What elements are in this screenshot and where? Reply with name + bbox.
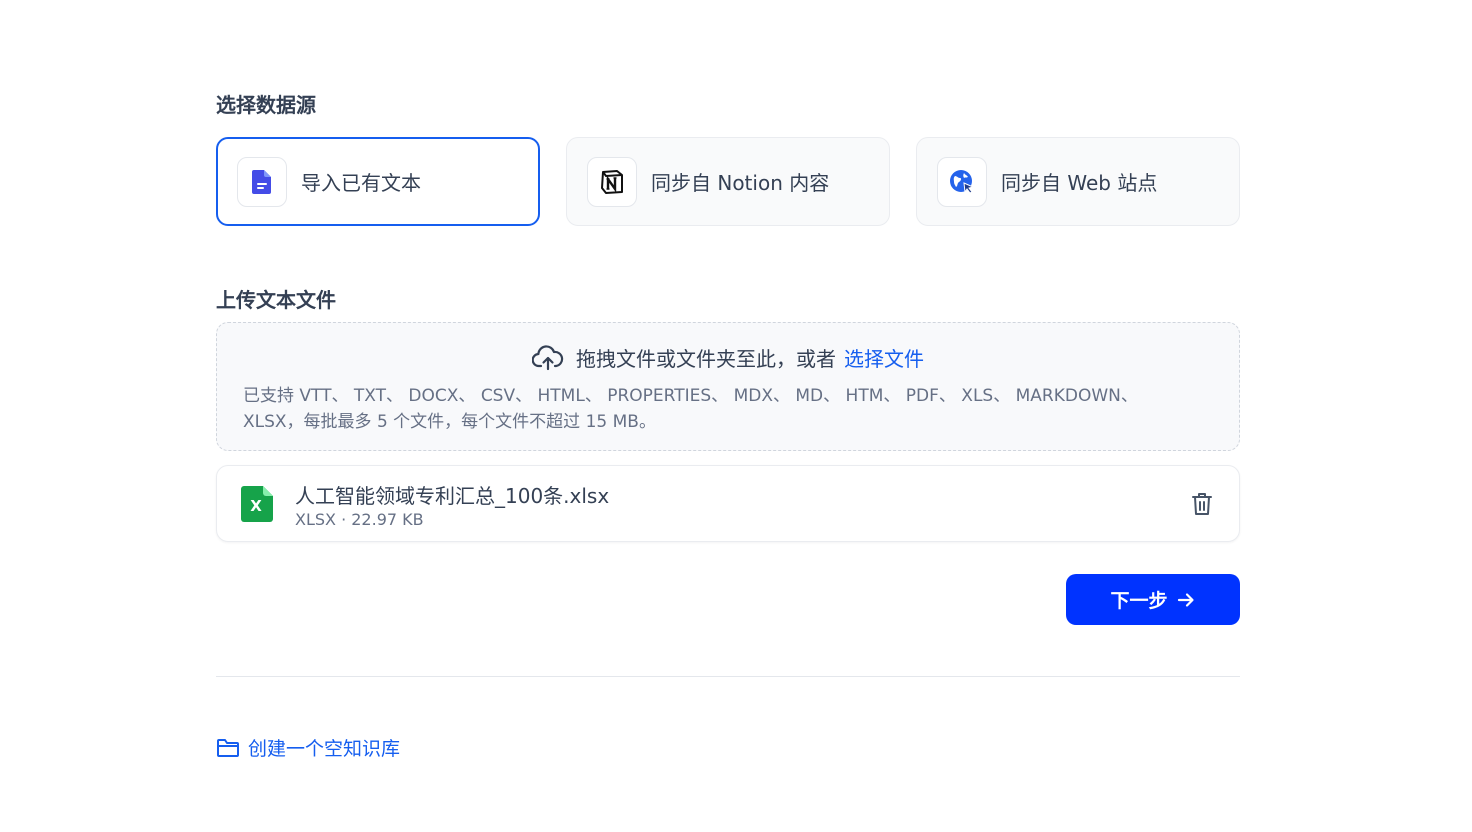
supported-formats-hint: 已支持 VTT、 TXT、 DOCX、 CSV、 HTML、 PROPERTIE… [243,386,1138,432]
file-meta: XLSX · 22.97 KB [295,510,424,529]
arrow-right-icon [1177,592,1194,607]
notion-icon [587,156,637,207]
web-icon [937,156,987,207]
select-file-link[interactable]: 选择文件 [844,343,924,372]
xlsx-icon-letter: X [250,497,262,515]
data-source-title: 选择数据源 [216,93,316,117]
dropzone-prompt: 拖拽文件或文件夹至此，或者 [576,347,836,371]
file-name: 人工智能领域专利汇总_100条.xlsx [295,484,610,508]
next-step-button[interactable]: 下一步 [1066,574,1240,625]
divider [216,676,1240,677]
document-icon [237,156,287,207]
create-empty-knowledge-link[interactable]: 创建一个空知识库 [216,734,400,761]
xlsx-file-icon: X [241,486,273,522]
file-dropzone[interactable]: 拖拽文件或文件夹至此，或者 选择文件 已支持 VTT、 TXT、 DOCX、 C… [216,322,1240,451]
upload-title: 上传文本文件 [216,288,336,312]
dropzone-prompt-row: 拖拽文件或文件夹至此，或者 选择文件 [217,343,1239,372]
dataset-create-page: 选择数据源 导入已有文本 同步自 Notion 内容 同步自 Web 站点 上传… [0,0,1472,832]
source-card-label: 导入已有文本 [301,171,421,195]
folder-icon [217,738,239,757]
source-card-web[interactable]: 同步自 Web 站点 [916,137,1240,226]
source-card-import-text[interactable]: 导入已有文本 [216,137,540,226]
cloud-upload-icon [532,344,564,370]
create-empty-knowledge-label: 创建一个空知识库 [248,738,401,760]
next-step-label: 下一步 [1110,590,1168,612]
uploaded-file-item: X 人工智能领域专利汇总_100条.xlsx XLSX · 22.97 KB [216,465,1240,542]
source-card-notion[interactable]: 同步自 Notion 内容 [566,137,890,226]
source-card-label: 同步自 Web 站点 [1001,171,1158,195]
trash-icon[interactable] [1191,492,1213,516]
source-card-label: 同步自 Notion 内容 [651,171,830,195]
